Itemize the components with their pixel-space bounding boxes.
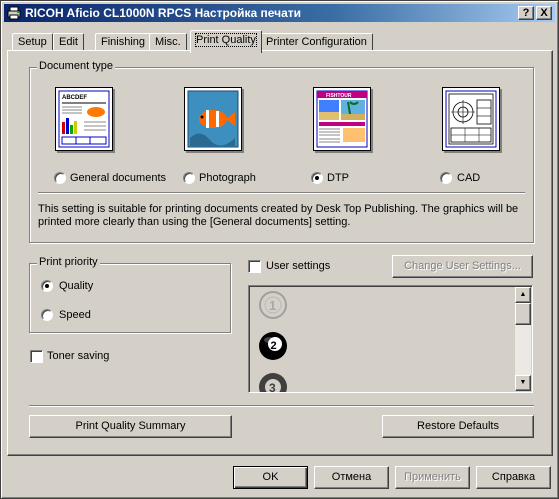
scroll-up-button[interactable]: ▲ bbox=[515, 287, 531, 303]
user-settings-checkbox[interactable] bbox=[248, 260, 261, 273]
svg-text:3: 3 bbox=[269, 381, 276, 393]
ok-button[interactable]: OK bbox=[233, 466, 308, 489]
toner-saving-checkbox[interactable] bbox=[30, 350, 43, 363]
print-priority-group: Print priority Quality Speed bbox=[29, 256, 231, 333]
document-type-group: Document type ABCDEF FISHTOUR General do… bbox=[29, 60, 534, 243]
document-type-separator bbox=[38, 192, 525, 194]
cad-label: CAD bbox=[457, 172, 481, 184]
document-type-description-line1: This setting is suitable for printing do… bbox=[38, 203, 519, 215]
user-setting-1-icon[interactable]: 1 bbox=[258, 290, 288, 323]
bottom-separator bbox=[29, 405, 534, 407]
photograph-label: Photograph bbox=[199, 172, 256, 184]
scroll-thumb[interactable] bbox=[515, 303, 531, 325]
quality-radio[interactable] bbox=[41, 280, 53, 292]
dtp-label: DTP bbox=[327, 172, 349, 184]
dtp-radio[interactable] bbox=[311, 172, 323, 184]
svg-text:2: 2 bbox=[271, 340, 277, 352]
printer-icon bbox=[7, 6, 21, 20]
user-setting-2-icon[interactable]: 2 bbox=[258, 331, 288, 364]
close-title-button[interactable]: X bbox=[536, 6, 552, 20]
svg-text:ABCDEF: ABCDEF bbox=[62, 95, 87, 101]
tab-printer-configuration[interactable]: Printer Configuration bbox=[260, 33, 373, 51]
change-user-settings-button[interactable]: Change User Settings... bbox=[392, 255, 533, 278]
general-documents-icon[interactable]: ABCDEF bbox=[55, 87, 113, 151]
apply-button[interactable]: Применить bbox=[395, 466, 470, 489]
cad-radio[interactable] bbox=[440, 172, 452, 184]
photograph-radio[interactable] bbox=[183, 172, 195, 184]
document-type-label: Document type bbox=[37, 60, 115, 72]
document-type-description-line2: printed more clearly than using the [Gen… bbox=[38, 216, 351, 228]
quality-label: Quality bbox=[59, 280, 94, 292]
tab-setup[interactable]: Setup bbox=[12, 33, 53, 51]
toner-saving-label: Toner saving bbox=[47, 350, 110, 362]
dtp-icon[interactable]: FISHTOUR bbox=[313, 87, 371, 151]
cad-icon[interactable] bbox=[442, 87, 500, 151]
general-documents-radio[interactable] bbox=[54, 172, 66, 184]
user-settings-label: User settings bbox=[266, 260, 331, 272]
print-priority-label: Print priority bbox=[37, 256, 100, 268]
title-bar[interactable]: RICOH Aficio CL1000N RPCS Настройка печа… bbox=[4, 4, 555, 22]
help-button[interactable]: Справка bbox=[476, 466, 551, 489]
cancel-button[interactable]: Отмена bbox=[314, 466, 389, 489]
window-title: RICOH Aficio CL1000N RPCS Настройка печа… bbox=[25, 6, 302, 20]
user-setting-3-icon[interactable]: 3 bbox=[258, 372, 288, 393]
print-settings-dialog: RICOH Aficio CL1000N RPCS Настройка печа… bbox=[0, 0, 559, 499]
general-documents-label: General documents bbox=[70, 172, 166, 184]
user-settings-list[interactable]: 1 2 3 ▲ ▼ bbox=[248, 285, 533, 393]
speed-label: Speed bbox=[59, 309, 91, 321]
svg-text:1: 1 bbox=[269, 298, 276, 313]
svg-text:FISHTOUR: FISHTOUR bbox=[326, 93, 352, 99]
help-title-button[interactable]: ? bbox=[518, 6, 534, 20]
tab-print-quality[interactable]: Print Quality bbox=[190, 30, 262, 53]
user-settings-scrollbar[interactable]: ▲ ▼ bbox=[515, 287, 531, 391]
print-quality-summary-button[interactable]: Print Quality Summary bbox=[29, 415, 232, 438]
tab-misc[interactable]: Misc. bbox=[149, 33, 187, 51]
scroll-down-button[interactable]: ▼ bbox=[515, 375, 531, 391]
tab-edit[interactable]: Edit bbox=[53, 33, 84, 51]
speed-radio[interactable] bbox=[41, 309, 53, 321]
tab-finishing[interactable]: Finishing bbox=[95, 33, 152, 51]
restore-defaults-button[interactable]: Restore Defaults bbox=[382, 415, 534, 438]
photograph-icon[interactable] bbox=[184, 87, 242, 151]
